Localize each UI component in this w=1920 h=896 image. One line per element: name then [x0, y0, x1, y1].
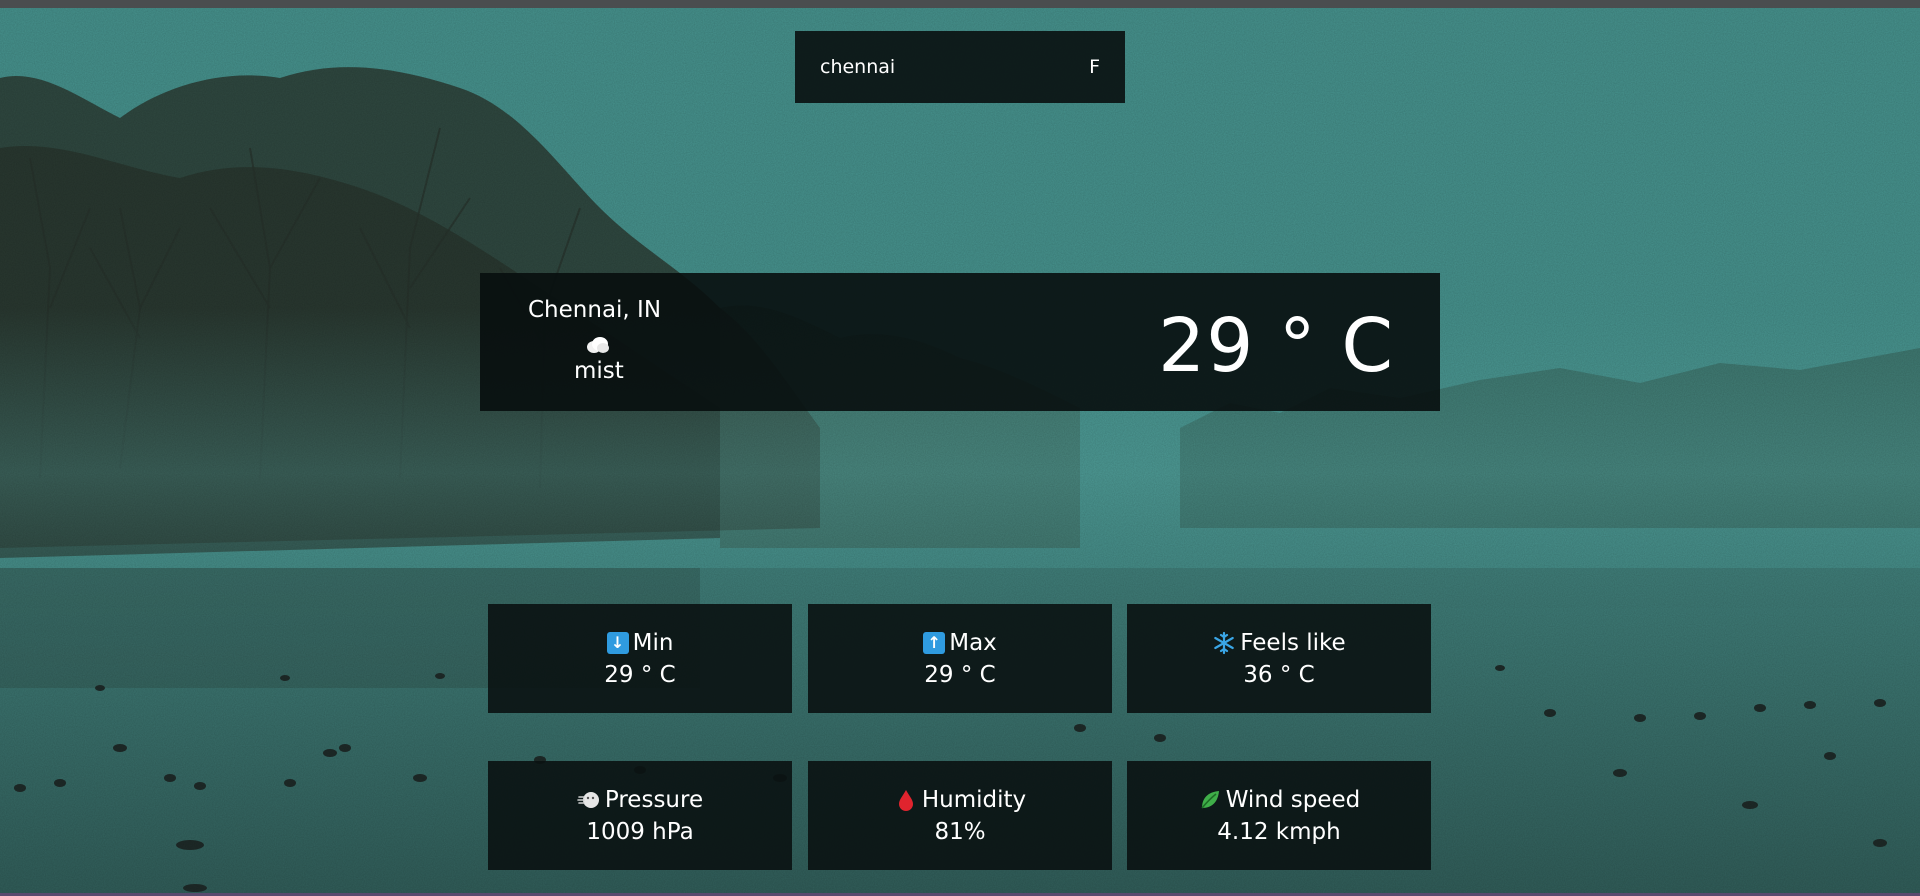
stat-label-wind-speed: Wind speed [1225, 786, 1361, 813]
condition-label: mist [574, 358, 624, 384]
window-top-bar [0, 0, 1920, 8]
arrow-up-icon: ↑ [923, 631, 946, 654]
current-weather-card: Chennai, IN mist 29 ° C [480, 273, 1440, 411]
stat-label-humidity: Humidity [921, 786, 1027, 813]
stat-value-feels-like: 36 ° C [1243, 661, 1315, 688]
droplet-icon [898, 789, 913, 811]
stat-tile-pressure: Pressure 1009 hPa [488, 761, 792, 870]
city-search-input[interactable] [820, 56, 1070, 78]
temperature-value: 29 ° C [1158, 303, 1394, 389]
leaf-icon [1201, 790, 1219, 809]
weather-app: F Chennai, IN mist 29 ° C ↓ Min 29 ° C ↑… [0, 0, 1920, 896]
stat-tile-feels-like: Feels like 36 ° C [1127, 604, 1431, 713]
stat-value-min: 29 ° C [604, 661, 676, 688]
stat-tile-humidity: Humidity 81% [808, 761, 1112, 870]
stat-tile-min: ↓ Min 29 ° C [488, 604, 792, 713]
stat-label-max: Max [949, 629, 997, 656]
stat-label-pressure: Pressure [604, 786, 704, 813]
unit-toggle-button[interactable]: F [1089, 56, 1100, 78]
stat-value-pressure: 1009 hPa [586, 818, 694, 845]
stat-label-min: Min [632, 629, 674, 656]
stat-tile-wind-speed: Wind speed 4.12 kmph [1127, 761, 1431, 870]
stat-value-humidity: 81% [934, 818, 986, 845]
stat-value-max: 29 ° C [924, 661, 996, 688]
cloud-icon [587, 337, 609, 353]
stat-value-wind-speed: 4.12 kmph [1217, 818, 1341, 845]
search-bar: F [795, 31, 1125, 103]
snowflake-icon [1214, 631, 1235, 654]
location-label: Chennai, IN [528, 297, 662, 323]
wind-face-icon [577, 791, 599, 808]
stat-label-feels-like: Feels like [1240, 629, 1346, 656]
arrow-down-icon: ↓ [606, 631, 629, 654]
stat-tile-max: ↑ Max 29 ° C [808, 604, 1112, 713]
